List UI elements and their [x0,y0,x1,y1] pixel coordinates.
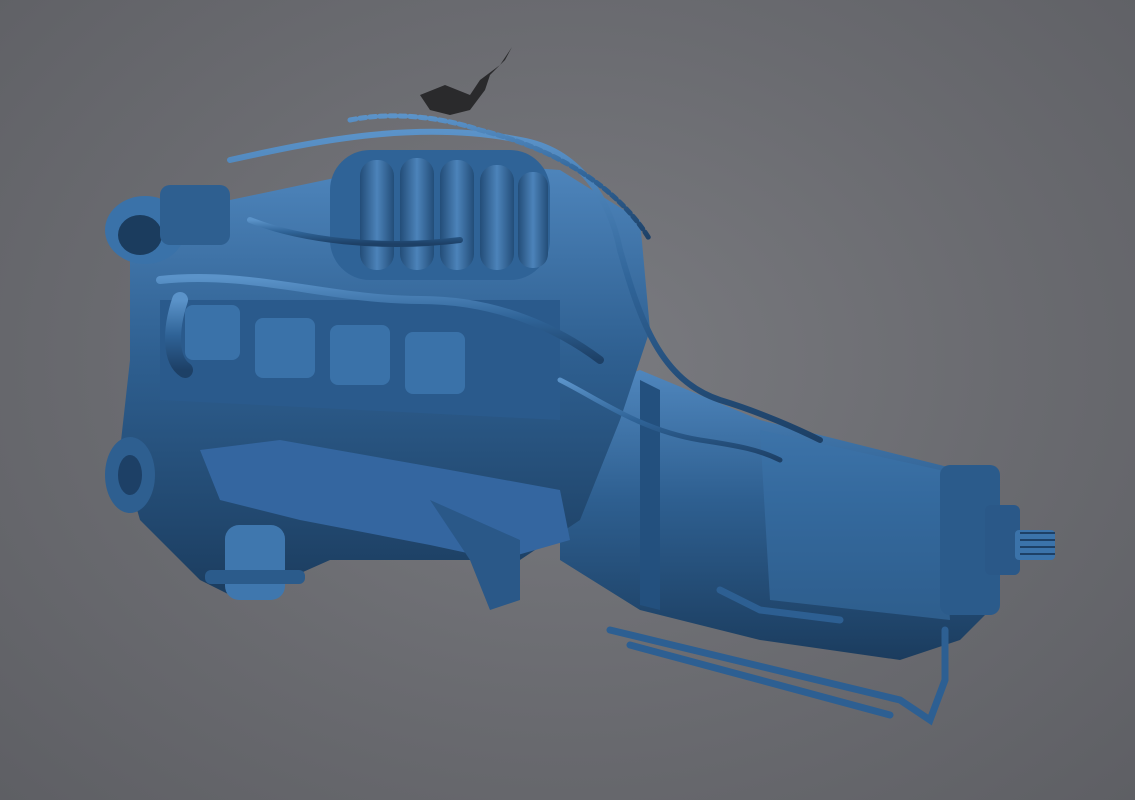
3d-viewport[interactable] [0,0,1135,800]
intake-manifold [330,150,550,280]
front-pulley [105,437,155,513]
engine-scan-model[interactable] [0,0,1135,800]
scan-artifact [420,47,512,115]
